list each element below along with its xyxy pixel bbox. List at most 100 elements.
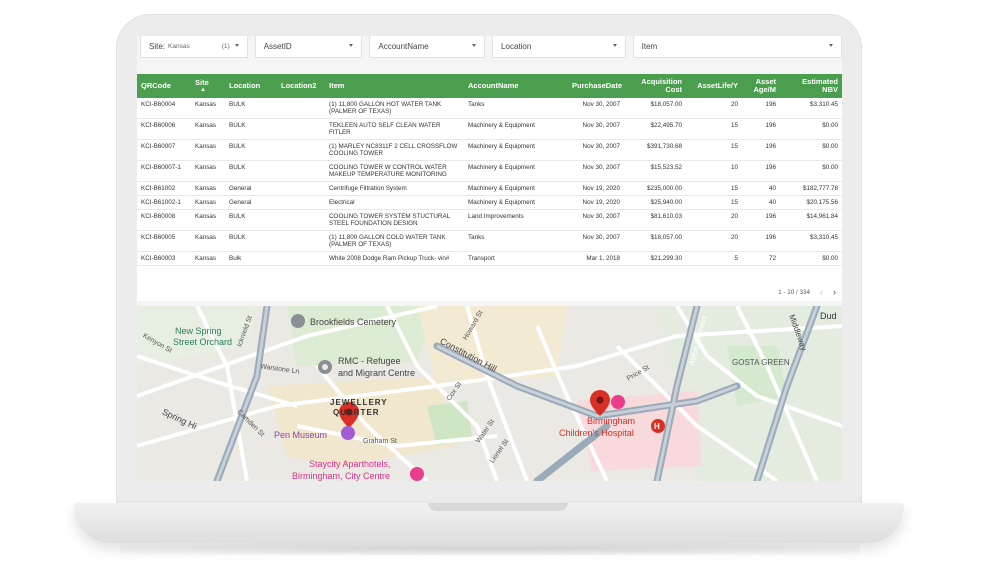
cell-acquisition-cost: $21,299.30 [624, 251, 686, 266]
cell-site: Kansas [191, 98, 225, 119]
cell-item: (1) MARLEY NC8311F 2 CELL CROSSFLOW COOL… [325, 139, 464, 161]
col-header-qrcode[interactable]: QRCode [137, 74, 191, 98]
site-filter[interactable]: Site: Kansas (1) [140, 36, 248, 58]
chevron-right-icon[interactable]: › [833, 287, 836, 297]
cell-asset-age: 196 [742, 209, 780, 231]
cell-estimated-nbv: $3,310.45 [780, 98, 842, 119]
chevron-down-icon [472, 44, 477, 47]
cell-location2 [277, 139, 325, 161]
col-header-site-label: Site [195, 78, 209, 87]
pagination: 1 - 10 / 334 ‹ › [778, 287, 836, 297]
cell-purchase-date: Nov 30, 2007 [568, 209, 624, 231]
cell-estimated-nbv: $182,777.78 [780, 181, 842, 196]
cell-asset-age: 196 [742, 230, 780, 252]
table-body: KCI-B60004 Kansas BULK (1) 11,800 GALLON HO… [137, 98, 842, 266]
table-row[interactable]: KCI-B60003 Kansas Bulk White 2008 Dodge Ram… [137, 251, 842, 266]
table-row[interactable]: KCI-B61002 Kansas General Centrifuge Filtra… [137, 181, 842, 196]
cell-item: (1) 11,800 GALLON HOT WATER TANK (PALMER… [325, 98, 464, 119]
item-filter-label: Item [641, 42, 658, 51]
cell-site: Kansas [191, 160, 225, 182]
map-label-staycity-2: Birmingham, City Centre [292, 471, 391, 481]
site-filter-value: Kansas [168, 43, 190, 50]
cell-site: Kansas [191, 209, 225, 231]
table-row[interactable]: KCI-B60005 Kansas BULK (1) 11,800 GALLON CO… [137, 230, 842, 252]
map-label-staycity-1: Staycity Aparthotels, [309, 459, 391, 469]
cell-location: BULK [225, 98, 277, 119]
chevron-down-icon [349, 44, 354, 47]
chevron-left-icon[interactable]: ‹ [820, 287, 823, 297]
cell-account-name: Transport [464, 251, 568, 266]
table-header-row: QRCode Site ▲ Location Location2 Item Ac… [137, 74, 842, 98]
map-label-new-spring: New Spring [175, 326, 222, 336]
cell-qrcode: KCI-B60005 [137, 230, 191, 252]
cell-location2 [277, 195, 325, 210]
col-header-acquisition-cost[interactable]: Acquisition Cost [624, 74, 686, 98]
cell-site: Kansas [191, 195, 225, 210]
cell-qrcode: KCI-B60004 [137, 98, 191, 119]
col-header-purchase-date[interactable]: PurchaseDate [568, 74, 624, 98]
map-label-jewellery-2: QUARTER [333, 408, 380, 417]
col-header-account-name[interactable]: AccountName [464, 74, 568, 98]
laptop-notch [428, 503, 568, 511]
cell-location2 [277, 181, 325, 196]
map-label-bch-1: Birmingham [587, 416, 636, 426]
col-header-item[interactable]: Item [325, 74, 464, 98]
cell-acquisition-cost: $15,523.52 [624, 160, 686, 182]
cell-location: General [225, 195, 277, 210]
asset-id-filter[interactable]: AssetID [254, 36, 363, 58]
col-header-site[interactable]: Site ▲ [191, 74, 225, 98]
cell-asset-life: 20 [686, 209, 742, 231]
cell-estimated-nbv: $20,175.56 [780, 195, 842, 210]
cell-account-name: Machinery & Equipment [464, 195, 568, 210]
cell-estimated-nbv: $0.00 [780, 139, 842, 161]
cell-qrcode: KCI-B60008 [137, 209, 191, 231]
table-row[interactable]: KCI-B60007-1 Kansas BULK COOLING TOWER W CO… [137, 160, 842, 182]
cell-item: Electrical [325, 195, 464, 210]
cell-location2 [277, 160, 325, 182]
cell-asset-age: 196 [742, 139, 780, 161]
cell-acquisition-cost: $235,000.00 [624, 181, 686, 196]
map-view[interactable]: H Kenyon St New Spring Street Orchard Ic… [137, 306, 842, 481]
site-filter-count: (1) [221, 43, 230, 50]
cell-purchase-date: Nov 30, 2007 [568, 139, 624, 161]
cell-account-name: Machinery & Equipment [464, 118, 568, 140]
cell-asset-life: 15 [686, 118, 742, 140]
col-header-estimated-nbv-line2: NBV [822, 85, 838, 94]
table-row[interactable]: KCI-B61002-1 Kansas General Electrical Machi… [137, 195, 842, 210]
map-label-rmc-2: and Migrant Centre [338, 368, 416, 378]
cell-location2 [277, 118, 325, 140]
cell-account-name: Land Improvements [464, 209, 568, 231]
cell-asset-life: 5 [686, 251, 742, 266]
table-row[interactable]: KCI-B60008 Kansas BULK COOLING TOWER SYSTEM… [137, 209, 842, 231]
table-row[interactable]: KCI-B60007 Kansas BULK (1) MARLEY NC8311F 2… [137, 139, 842, 161]
cell-asset-life: 15 [686, 195, 742, 210]
item-filter[interactable]: Item [632, 36, 842, 58]
col-header-asset-life[interactable]: AssetLife/Y [686, 74, 742, 98]
cell-qrcode: KCI-B60006 [137, 118, 191, 140]
cell-account-name: Tanks [464, 98, 568, 119]
cell-purchase-date: Nov 30, 2007 [568, 160, 624, 182]
map-label-graham: Graham St [363, 438, 397, 445]
table-row[interactable]: KCI-B60004 Kansas BULK (1) 11,800 GALLON HO… [137, 98, 842, 119]
cell-location: BULK [225, 209, 277, 231]
table-row[interactable]: KCI-B60006 Kansas BULK TEKLEEN AUTO SELF CL… [137, 118, 842, 140]
cell-estimated-nbv: $14,961.84 [780, 209, 842, 231]
col-header-estimated-nbv[interactable]: Estimated NBV [780, 74, 842, 98]
map-label-pen-museum: Pen Museum [274, 430, 328, 440]
col-header-location2[interactable]: Location2 [277, 74, 325, 98]
account-name-filter[interactable]: AccountName [369, 36, 486, 58]
col-header-acquisition-cost-line2: Cost [665, 85, 682, 94]
cell-item: White 2008 Dodge Ram Pickup Truck- vin# [325, 251, 464, 266]
cell-qrcode: KCI-B60007-1 [137, 160, 191, 182]
cell-location2 [277, 209, 325, 231]
location-filter[interactable]: Location [492, 36, 626, 58]
col-header-asset-age[interactable]: Asset Age/M [742, 74, 780, 98]
asset-table-card: QRCode Site ▲ Location Location2 Item Ac… [137, 74, 842, 301]
svg-text:H: H [654, 422, 660, 431]
col-header-location[interactable]: Location [225, 74, 277, 98]
cell-asset-life: 20 [686, 230, 742, 252]
cell-account-name: Tanks [464, 230, 568, 252]
cell-asset-life: 15 [686, 139, 742, 161]
cell-estimated-nbv: $3,310.45 [780, 230, 842, 252]
map-label-rmc-1: RMC - Refugee [338, 356, 401, 366]
